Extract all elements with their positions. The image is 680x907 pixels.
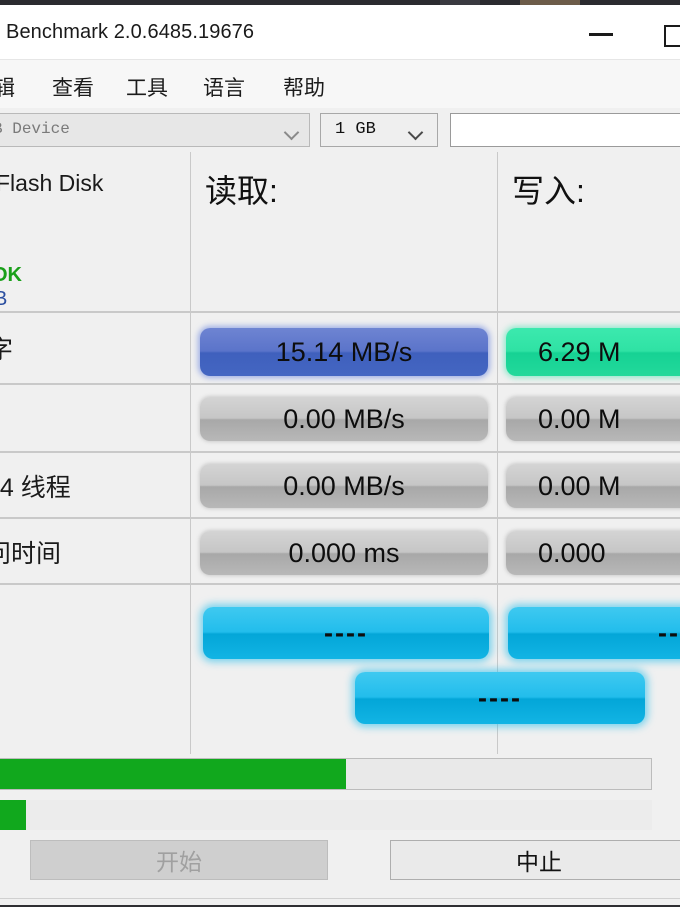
test-size-value: 1 GB <box>335 120 376 139</box>
toolbar: c Flash Disk USB Device 1 GB <box>0 108 680 152</box>
write-score-button[interactable]: ---- <box>508 607 680 659</box>
menu-bar: 辑 查看 工具 语言 帮助 <box>0 60 680 109</box>
current-progress-fill <box>0 800 27 830</box>
read-result-access-time[interactable]: 0.000 ms <box>200 531 488 575</box>
device-select-value: c Flash Disk USB Device <box>0 120 70 138</box>
write-result-access-time[interactable]: 0.000 <box>506 531 680 575</box>
window-title: Benchmark 2.0.6485.19676 <box>6 21 255 43</box>
results-grid: 读取: 写入: Flash Disk OK B 字 15.14 MB/s 6.2… <box>0 152 680 754</box>
current-progress-bar <box>0 800 652 830</box>
menu-item-view[interactable]: 查看 <box>52 72 94 102</box>
row-label-cell <box>0 312 190 384</box>
read-result-row2[interactable]: 0.00 MB/s <box>200 397 488 441</box>
stop-button[interactable]: 中止 <box>390 840 680 880</box>
read-result-row3[interactable]: 0.00 MB/s <box>200 464 488 508</box>
read-result-sequential[interactable]: 15.14 MB/s <box>200 328 488 376</box>
maximize-icon <box>664 25 680 47</box>
status-badge: OK <box>0 264 22 286</box>
menu-item-label: 辑 <box>0 77 15 100</box>
device-select[interactable]: c Flash Disk USB Device <box>0 113 310 147</box>
benchmark-window: Benchmark 2.0.6485.19676 辑 查看 工具 语言 帮助 c… <box>0 0 680 907</box>
menu-item-tools[interactable]: 工具 <box>126 72 168 102</box>
row-label: 问时间 <box>0 540 62 568</box>
device-capacity-label: B <box>0 288 8 310</box>
minimize-button[interactable] <box>570 10 632 58</box>
maximize-button[interactable] <box>648 10 680 58</box>
menu-item-label: 帮助 <box>283 77 325 100</box>
write-result-sequential[interactable]: 6.29 M <box>506 328 680 376</box>
test-size-select[interactable]: 1 GB <box>320 113 438 147</box>
menu-item-edit[interactable]: 辑 <box>0 72 15 102</box>
row-label-cell <box>0 384 190 452</box>
total-score-button[interactable]: ---- <box>355 672 645 724</box>
window-bottom-edge <box>0 898 680 907</box>
overall-progress-bar <box>0 758 652 790</box>
chevron-down-icon <box>286 127 299 135</box>
read-score-button[interactable]: ---- <box>203 607 489 659</box>
chevron-down-icon <box>410 127 423 135</box>
overall-progress-fill <box>0 759 346 789</box>
title-bar[interactable]: Benchmark 2.0.6485.19676 <box>0 5 680 60</box>
score-label-cell <box>0 584 190 754</box>
menu-item-help[interactable]: 帮助 <box>283 72 325 102</box>
menu-item-language[interactable]: 语言 <box>203 72 245 102</box>
read-column-header: 读取: <box>205 173 278 209</box>
menu-item-label: 语言 <box>203 77 245 100</box>
device-name-label: Flash Disk <box>0 170 104 196</box>
menu-item-label: 工具 <box>126 77 168 100</box>
row-label: 64 线程 <box>0 474 71 502</box>
write-result-row2[interactable]: 0.00 M <box>506 397 680 441</box>
minimize-icon <box>589 33 613 36</box>
comment-input[interactable] <box>450 113 680 147</box>
start-button[interactable]: 开始 <box>30 840 328 880</box>
row-label: 字 <box>0 336 14 364</box>
menu-item-label: 查看 <box>52 77 94 100</box>
write-result-row3[interactable]: 0.00 M <box>506 464 680 508</box>
write-column-header: 写入: <box>512 173 585 209</box>
